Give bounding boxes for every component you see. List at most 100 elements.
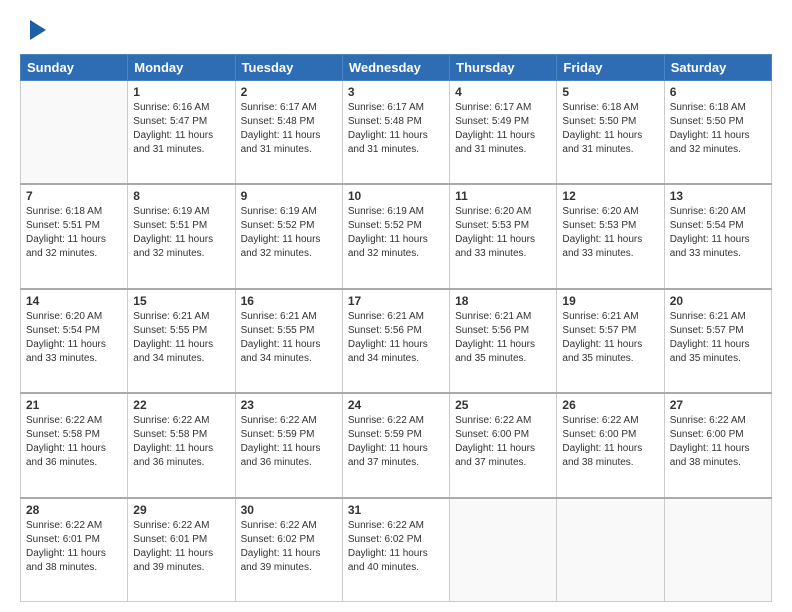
- calendar-cell: 29 Sunrise: 6:22 AMSunset: 6:01 PMDayligh…: [128, 498, 235, 602]
- day-number: 12: [562, 189, 658, 203]
- calendar-cell: [21, 81, 128, 185]
- calendar-cell: 27 Sunrise: 6:22 AMSunset: 6:00 PMDayligh…: [664, 393, 771, 497]
- day-info: Sunrise: 6:22 AMSunset: 5:59 PMDaylight:…: [241, 414, 337, 470]
- day-info: Sunrise: 6:22 AMSunset: 6:00 PMDaylight:…: [455, 414, 551, 470]
- day-number: 8: [133, 189, 229, 203]
- day-number: 9: [241, 189, 337, 203]
- week-row-4: 21Sunrise: 6:22 AMSunset: 5:58 PMDayligh…: [21, 393, 772, 497]
- calendar-cell: 25 Sunrise: 6:22 AMSunset: 6:00 PMDayligh…: [450, 393, 557, 497]
- day-info: Sunrise: 6:18 AMSunset: 5:51 PMDaylight:…: [26, 205, 122, 261]
- weekday-header-friday: Friday: [557, 55, 664, 81]
- weekday-header-sunday: Sunday: [21, 55, 128, 81]
- day-info: Sunrise: 6:22 AMSunset: 6:00 PMDaylight:…: [670, 414, 766, 470]
- calendar-table: SundayMondayTuesdayWednesdayThursdayFrid…: [20, 54, 772, 602]
- calendar-cell: 10 Sunrise: 6:19 AMSunset: 5:52 PMDayligh…: [342, 184, 449, 288]
- day-number: 15: [133, 294, 229, 308]
- day-number: 23: [241, 398, 337, 412]
- day-info: Sunrise: 6:17 AMSunset: 5:48 PMDaylight:…: [348, 101, 444, 157]
- header: [20, 16, 772, 44]
- day-info: Sunrise: 6:21 AMSunset: 5:55 PMDaylight:…: [133, 310, 229, 366]
- day-info: Sunrise: 6:22 AMSunset: 6:02 PMDaylight:…: [241, 519, 337, 575]
- week-row-5: 28 Sunrise: 6:22 AMSunset: 6:01 PMDayligh…: [21, 498, 772, 602]
- day-number: 6: [670, 85, 766, 99]
- calendar-cell: 7 Sunrise: 6:18 AMSunset: 5:51 PMDaylight…: [21, 184, 128, 288]
- day-info: Sunrise: 6:22 AMSunset: 5:59 PMDaylight:…: [348, 414, 444, 470]
- day-number: 4: [455, 85, 551, 99]
- calendar-cell: [664, 498, 771, 602]
- day-number: 20: [670, 294, 766, 308]
- day-info: Sunrise: 6:20 AMSunset: 5:54 PMDaylight:…: [670, 205, 766, 261]
- calendar-cell: 26 Sunrise: 6:22 AMSunset: 6:00 PMDayligh…: [557, 393, 664, 497]
- day-info: Sunrise: 6:18 AMSunset: 5:50 PMDaylight:…: [670, 101, 766, 157]
- calendar-cell: 4 Sunrise: 6:17 AMSunset: 5:49 PMDaylight…: [450, 81, 557, 185]
- weekday-header-thursday: Thursday: [450, 55, 557, 81]
- day-info: Sunrise: 6:21 AMSunset: 5:55 PMDaylight:…: [241, 310, 337, 366]
- calendar-cell: 3 Sunrise: 6:17 AMSunset: 5:48 PMDaylight…: [342, 81, 449, 185]
- day-number: 24: [348, 398, 444, 412]
- day-number: 14: [26, 294, 122, 308]
- calendar-cell: 28 Sunrise: 6:22 AMSunset: 6:01 PMDayligh…: [21, 498, 128, 602]
- calendar-cell: 22 Sunrise: 6:22 AMSunset: 5:58 PMDayligh…: [128, 393, 235, 497]
- day-info: Sunrise: 6:21 AMSunset: 5:57 PMDaylight:…: [670, 310, 766, 366]
- day-number: 26: [562, 398, 658, 412]
- calendar-cell: 13Sunrise: 6:20 AMSunset: 5:54 PMDayligh…: [664, 184, 771, 288]
- day-info: Sunrise: 6:16 AMSunset: 5:47 PMDaylight:…: [133, 101, 229, 157]
- day-number: 25: [455, 398, 551, 412]
- day-info: Sunrise: 6:19 AMSunset: 5:52 PMDaylight:…: [348, 205, 444, 261]
- weekday-header-tuesday: Tuesday: [235, 55, 342, 81]
- calendar-cell: 11 Sunrise: 6:20 AMSunset: 5:53 PMDayligh…: [450, 184, 557, 288]
- calendar-cell: [557, 498, 664, 602]
- calendar-cell: 18Sunrise: 6:21 AMSunset: 5:56 PMDayligh…: [450, 289, 557, 393]
- day-number: 11: [455, 189, 551, 203]
- weekday-header-wednesday: Wednesday: [342, 55, 449, 81]
- day-number: 5: [562, 85, 658, 99]
- day-info: Sunrise: 6:20 AMSunset: 5:53 PMDaylight:…: [562, 205, 658, 261]
- day-number: 19: [562, 294, 658, 308]
- day-number: 10: [348, 189, 444, 203]
- calendar-cell: 30 Sunrise: 6:22 AMSunset: 6:02 PMDayligh…: [235, 498, 342, 602]
- day-number: 2: [241, 85, 337, 99]
- calendar-cell: 19 Sunrise: 6:21 AMSunset: 5:57 PMDayligh…: [557, 289, 664, 393]
- calendar-cell: 31Sunrise: 6:22 AMSunset: 6:02 PMDayligh…: [342, 498, 449, 602]
- day-number: 18: [455, 294, 551, 308]
- day-info: Sunrise: 6:21 AMSunset: 5:56 PMDaylight:…: [348, 310, 444, 366]
- day-info: Sunrise: 6:22 AMSunset: 5:58 PMDaylight:…: [133, 414, 229, 470]
- day-info: Sunrise: 6:20 AMSunset: 5:54 PMDaylight:…: [26, 310, 122, 366]
- day-info: Sunrise: 6:22 AMSunset: 5:58 PMDaylight:…: [26, 414, 122, 470]
- week-row-3: 14 Sunrise: 6:20 AMSunset: 5:54 PMDayligh…: [21, 289, 772, 393]
- day-info: Sunrise: 6:19 AMSunset: 5:52 PMDaylight:…: [241, 205, 337, 261]
- calendar-cell: 24 Sunrise: 6:22 AMSunset: 5:59 PMDayligh…: [342, 393, 449, 497]
- day-number: 30: [241, 503, 337, 517]
- weekday-header-monday: Monday: [128, 55, 235, 81]
- day-info: Sunrise: 6:20 AMSunset: 5:53 PMDaylight:…: [455, 205, 551, 261]
- day-info: Sunrise: 6:21 AMSunset: 5:57 PMDaylight:…: [562, 310, 658, 366]
- calendar-cell: 1Sunrise: 6:16 AMSunset: 5:47 PMDaylight…: [128, 81, 235, 185]
- day-number: 27: [670, 398, 766, 412]
- weekday-header-row: SundayMondayTuesdayWednesdayThursdayFrid…: [21, 55, 772, 81]
- page: SundayMondayTuesdayWednesdayThursdayFrid…: [0, 0, 792, 612]
- calendar-cell: 21Sunrise: 6:22 AMSunset: 5:58 PMDayligh…: [21, 393, 128, 497]
- day-number: 29: [133, 503, 229, 517]
- week-row-1: 1Sunrise: 6:16 AMSunset: 5:47 PMDaylight…: [21, 81, 772, 185]
- calendar-cell: 2 Sunrise: 6:17 AMSunset: 5:48 PMDaylight…: [235, 81, 342, 185]
- day-info: Sunrise: 6:18 AMSunset: 5:50 PMDaylight:…: [562, 101, 658, 157]
- day-number: 22: [133, 398, 229, 412]
- day-info: Sunrise: 6:22 AMSunset: 6:00 PMDaylight:…: [562, 414, 658, 470]
- day-number: 28: [26, 503, 122, 517]
- calendar-cell: 12 Sunrise: 6:20 AMSunset: 5:53 PMDayligh…: [557, 184, 664, 288]
- logo-icon: [22, 16, 50, 44]
- weekday-header-saturday: Saturday: [664, 55, 771, 81]
- calendar-cell: 5 Sunrise: 6:18 AMSunset: 5:50 PMDaylight…: [557, 81, 664, 185]
- calendar-cell: 16 Sunrise: 6:21 AMSunset: 5:55 PMDayligh…: [235, 289, 342, 393]
- calendar-cell: 15 Sunrise: 6:21 AMSunset: 5:55 PMDayligh…: [128, 289, 235, 393]
- day-info: Sunrise: 6:17 AMSunset: 5:48 PMDaylight:…: [241, 101, 337, 157]
- day-info: Sunrise: 6:22 AMSunset: 6:01 PMDaylight:…: [133, 519, 229, 575]
- day-info: Sunrise: 6:22 AMSunset: 6:01 PMDaylight:…: [26, 519, 122, 575]
- calendar-cell: 9 Sunrise: 6:19 AMSunset: 5:52 PMDaylight…: [235, 184, 342, 288]
- day-number: 31: [348, 503, 444, 517]
- day-number: 3: [348, 85, 444, 99]
- day-info: Sunrise: 6:17 AMSunset: 5:49 PMDaylight:…: [455, 101, 551, 157]
- calendar-cell: 8Sunrise: 6:19 AMSunset: 5:51 PMDaylight…: [128, 184, 235, 288]
- day-number: 16: [241, 294, 337, 308]
- day-number: 7: [26, 189, 122, 203]
